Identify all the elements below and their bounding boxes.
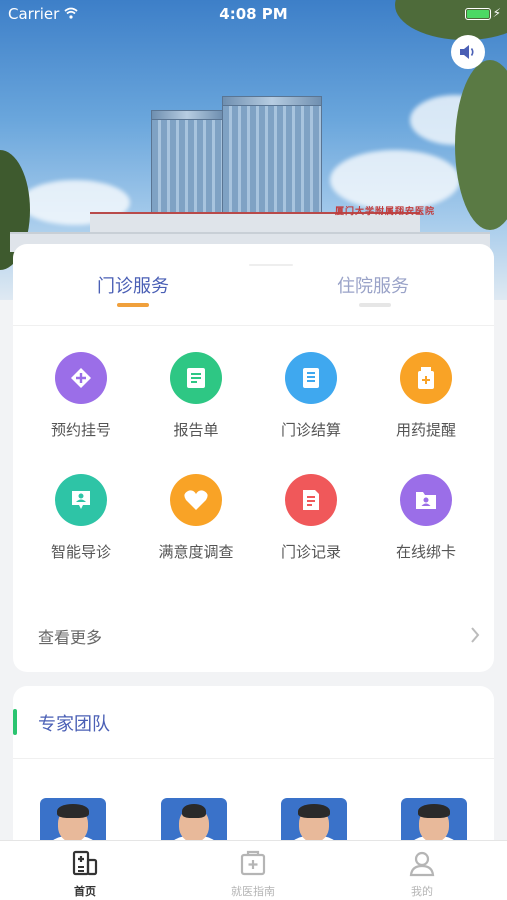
sound-button[interactable]: [451, 35, 485, 69]
report-icon: [170, 352, 222, 404]
service-appointment[interactable]: 预约挂号: [21, 352, 141, 452]
billing-icon: [285, 352, 337, 404]
tab-guide[interactable]: 就医指南: [203, 849, 303, 899]
guide-icon: [55, 474, 107, 526]
view-more-row[interactable]: 查看更多: [13, 614, 494, 656]
service-label: 智能导诊: [50, 543, 111, 561]
service-label: 用药提醒: [395, 421, 456, 439]
service-medicine[interactable]: 用药提醒: [366, 352, 486, 452]
service-label: 门诊结算: [280, 421, 341, 439]
service-tabs: 门诊服务 住院服务: [13, 244, 494, 326]
building-sign: 厦门大学附属翔安医院: [335, 207, 436, 217]
service-label: 在线绑卡: [395, 543, 456, 561]
tab-label: 就医指南: [231, 885, 275, 898]
guide-box-icon: [203, 849, 303, 877]
clock: 4:08 PM: [219, 5, 288, 23]
service-label: 报告单: [173, 421, 219, 439]
plus-icon: [55, 352, 107, 404]
tab-indicator-inactive: [359, 303, 391, 307]
tab-outpatient[interactable]: 门诊服务: [53, 272, 213, 298]
speaker-icon: [460, 45, 474, 59]
drag-handle: [249, 264, 293, 266]
view-more-label: 查看更多: [38, 628, 103, 647]
service-label: 满意度调查: [158, 543, 234, 561]
hospital-icon: [35, 849, 135, 877]
status-bar: Carrier 4:08 PM ⚡: [0, 0, 507, 28]
heart-icon: [170, 474, 222, 526]
chevron-right-icon: [471, 627, 480, 643]
service-report[interactable]: 报告单: [136, 352, 256, 452]
user-icon: [372, 849, 472, 877]
service-satisfaction[interactable]: 满意度调查: [136, 474, 256, 574]
service-card-bind[interactable]: 在线绑卡: [366, 474, 486, 574]
service-label: 门诊记录: [280, 543, 341, 561]
bottom-tab-bar: 首页 就医指南 我的: [0, 840, 507, 900]
section-accent-bar: [13, 709, 17, 735]
service-label: 预约挂号: [50, 421, 111, 439]
card-bind-icon: [400, 474, 452, 526]
tab-mine[interactable]: 我的: [372, 849, 472, 899]
service-smart-guide[interactable]: 智能导诊: [21, 474, 141, 574]
tab-inpatient[interactable]: 住院服务: [293, 272, 453, 298]
battery-icon: [465, 8, 491, 20]
tab-label: 首页: [74, 885, 96, 898]
tab-home[interactable]: 首页: [35, 849, 135, 899]
service-card: 门诊服务 住院服务 预约挂号 报告单 门诊结算 用药提醒 智能导诊 满意度调查 …: [13, 244, 494, 672]
medicine-icon: [400, 352, 452, 404]
expert-team-title: 专家团队: [38, 714, 110, 735]
tab-label: 我的: [411, 885, 433, 898]
tab-indicator-active: [117, 303, 149, 307]
charging-icon: ⚡: [492, 6, 501, 20]
service-billing[interactable]: 门诊结算: [251, 352, 371, 452]
service-record[interactable]: 门诊记录: [251, 474, 371, 574]
record-icon: [285, 474, 337, 526]
divider: [13, 758, 494, 759]
